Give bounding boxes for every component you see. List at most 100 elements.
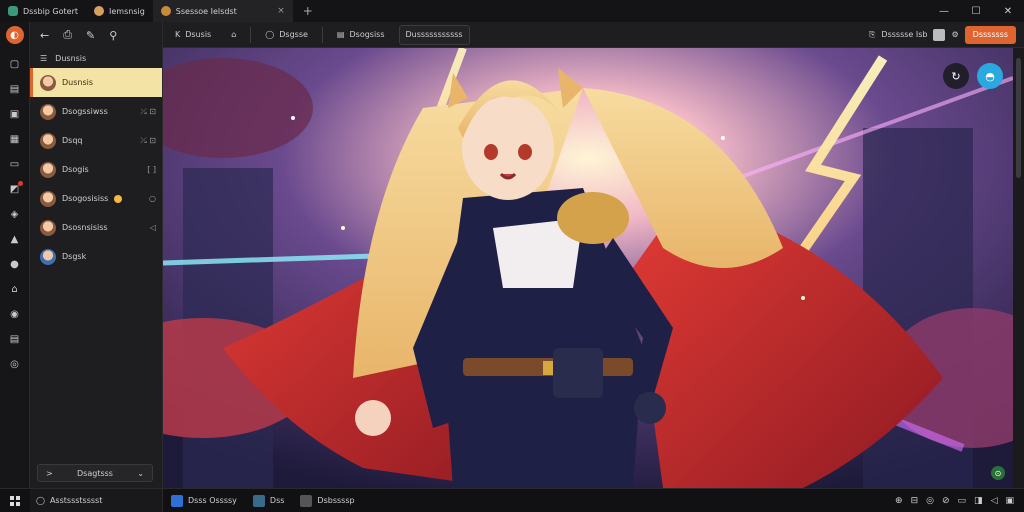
home-icon[interactable]: ⌂ xyxy=(7,281,23,297)
app-icon xyxy=(8,6,18,16)
search-button[interactable]: ◯ Dsgsse xyxy=(259,25,314,45)
back-icon: K xyxy=(175,30,181,39)
tab-1[interactable]: Dssbip Gotert xyxy=(0,0,86,22)
info-icon[interactable]: ◎ xyxy=(7,356,23,372)
primary-button[interactable]: Dsssssss xyxy=(964,25,1016,44)
taskbar-app-3[interactable]: Dsbssssp xyxy=(292,489,362,512)
close-window-button[interactable]: ✕ xyxy=(992,0,1024,22)
sidebar-item-label: Dsgsk xyxy=(62,252,87,261)
sidebar-item-3[interactable]: Dsogis [ ] xyxy=(30,155,162,184)
play-icon[interactable]: ◁ xyxy=(150,223,156,232)
scrollbar-thumb[interactable] xyxy=(1016,58,1021,178)
taskbar-app-1[interactable]: Dsss Ossssy xyxy=(163,489,245,512)
sidebar-header: ☰ Dusnsis xyxy=(30,48,162,68)
block-icon[interactable]: ⊘ xyxy=(942,496,950,506)
book-icon[interactable]: ⎙ xyxy=(63,28,72,42)
monitor-icon[interactable]: ▭ xyxy=(7,156,23,172)
avatar xyxy=(40,219,56,236)
grid-icon[interactable]: ▦ xyxy=(7,131,23,147)
active-view-button[interactable]: Dusssssssssss xyxy=(398,24,470,45)
chat-icon[interactable]: ● xyxy=(7,256,23,272)
share-icon[interactable]: ⎘ xyxy=(869,30,875,40)
sidebar-item-4[interactable]: Dsogosisiss ○ xyxy=(30,184,162,213)
wifi-icon[interactable]: ◨ xyxy=(974,496,983,506)
maximize-button[interactable]: ☐ xyxy=(960,0,992,22)
network-icon[interactable]: ⊕ xyxy=(895,496,903,506)
back-button[interactable]: K Dsusis xyxy=(169,25,217,45)
tab-3[interactable]: Ssessoe Ielsdst × xyxy=(152,0,293,22)
title-bar: Dssbip Gotert Iemsnsig Ssessoe Ielsdst ×… xyxy=(0,0,1024,22)
toolbar-right-label[interactable]: Dssssse Isb xyxy=(881,30,927,39)
settings-icon[interactable]: ⚙ xyxy=(951,30,958,39)
spark xyxy=(291,116,295,120)
taskbar: ◯ Asstssstsssst Dsss Ossssy Dss Dsbssssp… xyxy=(0,488,1024,512)
chevron-down-icon: ⌄ xyxy=(137,468,144,478)
notification-dot xyxy=(17,181,23,186)
status-icon: ○ xyxy=(149,194,156,203)
shield-icon[interactable]: ◉ xyxy=(7,306,23,322)
browser-icon xyxy=(300,494,313,507)
minimize-button[interactable]: — xyxy=(928,0,960,22)
taskbar-search[interactable]: ◯ Asstssstsssst xyxy=(30,488,163,512)
eye-right xyxy=(518,144,532,160)
assistant-button[interactable]: ◓ xyxy=(977,63,1003,89)
main-toolbar: K Dsusis ⌂ ◯ Dsgsse ▤ Dsogsiss Dusssssss… xyxy=(163,22,1024,48)
sidebar-item-5[interactable]: Dsosnsisiss ◁ xyxy=(30,213,162,242)
sidebar-item-6[interactable]: Dsgsk xyxy=(30,242,162,271)
upload-icon[interactable]: ▲ xyxy=(7,231,23,247)
layout-icon[interactable] xyxy=(933,28,946,41)
sidebar-item-0[interactable]: Dusnsis xyxy=(30,68,162,97)
edit-icon[interactable]: ✎ xyxy=(86,29,95,42)
list-icon[interactable]: ▤ xyxy=(7,81,23,97)
refresh-button[interactable]: ↻ xyxy=(943,63,969,89)
notification-icon[interactable]: ▣ xyxy=(1005,496,1014,506)
image-canvas[interactable] xyxy=(163,48,1013,488)
mouth xyxy=(499,172,517,180)
vertical-scrollbar[interactable] xyxy=(1013,48,1024,488)
status-indicator-icon[interactable]: ⊙ xyxy=(991,466,1005,480)
location-icon[interactable]: ◎ xyxy=(926,496,934,506)
divider xyxy=(321,26,323,43)
globe-icon xyxy=(160,6,171,16)
icon-rail: ◐ ▢ ▤ ▣ ▦ ▭ ◩ ◈ ▲ ● ⌂ ◉ ▤ ◎ xyxy=(0,22,30,488)
tab-2[interactable]: Iemsnsig xyxy=(86,0,153,22)
document-button[interactable]: ▤ Dsogsiss xyxy=(331,25,391,45)
sidebar-item-label: Dsogis xyxy=(62,165,89,174)
item-actions-icon[interactable]: ⤯ ⊡ xyxy=(140,107,156,117)
chart-icon[interactable]: ◩ xyxy=(7,181,23,197)
document-label: Dsogsiss xyxy=(349,30,385,39)
avatar xyxy=(40,161,56,178)
home-button[interactable]: ⌂ xyxy=(225,25,242,45)
item-actions-icon[interactable]: [ ] xyxy=(147,165,156,174)
menu-icon: ☰ xyxy=(40,53,48,63)
taskbar-app-2[interactable]: Dss xyxy=(245,489,293,512)
new-tab-button[interactable]: + xyxy=(293,0,323,22)
display-icon[interactable]: ⊟ xyxy=(911,496,919,506)
footer-label: Dsagtsss xyxy=(77,468,113,478)
volume-icon[interactable]: ◁ xyxy=(991,496,998,506)
tab-title: Dssbip Gotert xyxy=(23,6,78,16)
battery-icon[interactable]: ▭ xyxy=(958,496,967,506)
logo-icon[interactable]: ◐ xyxy=(5,26,24,44)
sidebar-footer-dropdown[interactable]: > Dsagtsss ⌄ xyxy=(37,464,153,482)
settings-icon[interactable]: ◈ xyxy=(7,206,23,222)
image-icon[interactable]: ▣ xyxy=(7,106,23,122)
sidebar-item-label: Dusnsis xyxy=(62,78,94,87)
chevron-right-icon: > xyxy=(46,468,53,478)
taskbar-search-label: Asstssstsssst xyxy=(49,496,103,505)
search-label: Dsgsse xyxy=(279,30,308,39)
back-arrow-icon[interactable]: ← xyxy=(40,29,49,42)
file-icon[interactable]: ▤ xyxy=(7,331,23,347)
link-icon[interactable]: ⚲ xyxy=(109,29,117,42)
window-icon[interactable]: ▢ xyxy=(7,56,23,72)
sidebar-item-2[interactable]: Dsqq ⤯ ⊡ xyxy=(30,126,162,155)
close-tab-icon[interactable]: × xyxy=(277,6,285,16)
window-controls: — ☐ ✕ xyxy=(928,0,1024,22)
spark xyxy=(801,296,805,300)
item-actions-icon[interactable]: ⤯ ⊡ xyxy=(140,136,156,146)
sidebar-item-label: Dsosnsisiss xyxy=(62,223,108,232)
toolbar-right: ⎘ Dssssse Isb ⚙ Dsssssss xyxy=(869,25,1024,44)
windows-icon xyxy=(10,495,20,506)
sidebar-item-1[interactable]: Dsogssiwss ⤯ ⊡ xyxy=(30,97,162,126)
start-button[interactable] xyxy=(0,495,30,506)
